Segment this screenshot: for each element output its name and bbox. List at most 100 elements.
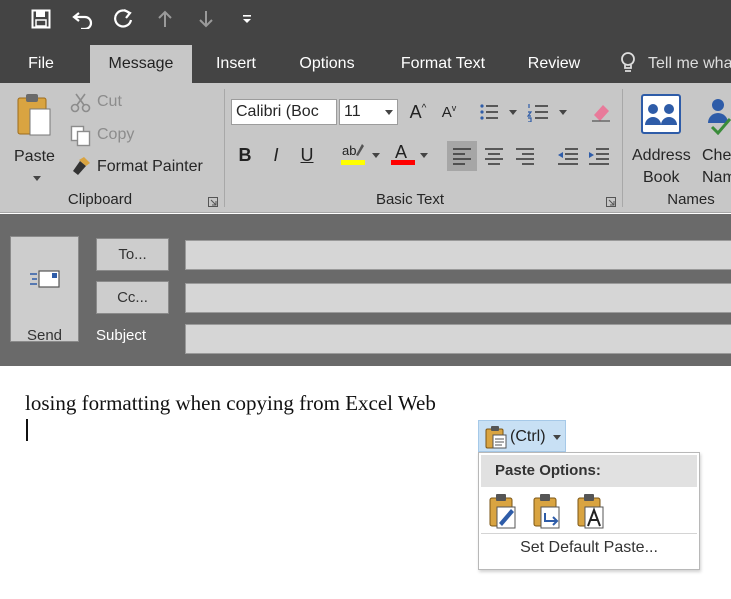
undo-icon[interactable] xyxy=(69,6,97,32)
increase-indent-button[interactable] xyxy=(586,143,612,169)
down-arrow-icon[interactable] xyxy=(192,6,220,32)
tell-me-label: Tell me wha xyxy=(648,55,731,72)
tab-file[interactable]: File xyxy=(14,40,68,83)
paste-options-button[interactable]: (Ctrl) xyxy=(478,420,566,452)
merge-formatting-button[interactable] xyxy=(531,493,565,531)
tell-me-search[interactable]: Tell me wha xyxy=(620,40,731,83)
align-left-button[interactable] xyxy=(447,141,477,171)
font-name-dropdown[interactable]: Calibri (Boc xyxy=(231,99,337,125)
copy-label: Copy xyxy=(97,126,135,143)
tab-message[interactable]: Message xyxy=(90,45,192,83)
cc-button[interactable]: Cc... xyxy=(96,281,169,314)
menu-separator xyxy=(481,533,697,534)
to-button[interactable]: To... xyxy=(96,238,169,271)
lightbulb-icon xyxy=(621,52,635,72)
merge-formatting-icon xyxy=(533,494,560,529)
dialog-launcher-icon[interactable] xyxy=(208,197,218,207)
chevron-down-icon[interactable] xyxy=(420,153,428,158)
font-color-button[interactable]: A xyxy=(389,141,417,167)
clipboard-group-label: Clipboard xyxy=(67,191,133,208)
tab-format-text[interactable]: Format Text xyxy=(388,40,498,83)
set-default-paste-item[interactable]: Set Default Paste... xyxy=(479,539,699,557)
subject-label: Subject xyxy=(96,327,147,344)
text-cursor xyxy=(26,419,28,441)
chevron-down-icon[interactable] xyxy=(372,153,380,158)
chevron-down-icon xyxy=(33,176,41,181)
grow-font-button[interactable]: A^ xyxy=(405,99,431,125)
keep-text-only-button[interactable] xyxy=(575,493,609,531)
chevron-down-icon[interactable] xyxy=(509,110,517,115)
numbered-list-icon xyxy=(527,104,548,122)
address-book-icon xyxy=(641,94,681,134)
increase-indent-icon xyxy=(589,148,609,165)
paste-options-header: Paste Options: xyxy=(481,455,697,487)
align-center-icon xyxy=(485,148,503,165)
scissors-icon xyxy=(70,93,91,113)
copy-button[interactable]: Copy xyxy=(70,124,160,148)
check-names-icon xyxy=(708,99,731,135)
font-color-icon: A xyxy=(391,142,415,165)
check-names-label-2: Nam xyxy=(702,169,731,186)
cc-field[interactable] xyxy=(185,283,731,313)
shrink-font-icon: Av xyxy=(441,103,457,121)
check-names-button[interactable]: Che Nam xyxy=(700,89,731,189)
eraser-icon xyxy=(592,105,610,122)
font-size-dropdown[interactable]: 11 xyxy=(339,99,398,125)
basic-text-group-label: Basic Text xyxy=(375,191,445,208)
envelope-icon xyxy=(30,270,60,288)
align-right-button[interactable] xyxy=(512,143,538,169)
numbering-button[interactable] xyxy=(525,99,551,125)
redo-icon[interactable] xyxy=(109,6,137,32)
chevron-down-icon xyxy=(553,435,561,440)
tab-options[interactable]: Options xyxy=(288,40,366,83)
paste-button[interactable]: Paste xyxy=(8,89,64,189)
customize-qat-icon[interactable] xyxy=(233,6,261,32)
up-arrow-icon[interactable] xyxy=(151,6,179,32)
align-left-icon xyxy=(453,148,471,165)
highlighter-icon: ab xyxy=(341,143,365,165)
send-label: Send xyxy=(26,327,63,344)
svg-text:ab: ab xyxy=(342,143,356,158)
save-icon[interactable] xyxy=(27,6,55,32)
svg-text:A: A xyxy=(395,142,407,162)
format-painter-label: Format Painter xyxy=(97,158,203,175)
grow-font-icon: A^ xyxy=(409,101,427,122)
tab-insert[interactable]: Insert xyxy=(205,40,267,83)
clipboard-icon xyxy=(17,94,51,136)
chevron-down-icon xyxy=(385,110,393,115)
font-size-value: 11 xyxy=(344,103,361,120)
names-group-label: Names xyxy=(667,191,715,208)
group-separator xyxy=(224,89,225,207)
send-button[interactable]: Send xyxy=(10,236,79,344)
tab-review[interactable]: Review xyxy=(518,40,590,83)
clipboard-icon xyxy=(485,426,507,449)
clear-formatting-button[interactable] xyxy=(588,99,614,125)
bullets-button[interactable] xyxy=(476,99,502,125)
decrease-indent-button[interactable] xyxy=(555,143,581,169)
paintbrush-icon xyxy=(73,157,90,175)
to-field[interactable] xyxy=(185,240,731,270)
cut-label: Cut xyxy=(97,93,122,110)
keep-source-formatting-icon xyxy=(489,494,516,529)
format-painter-button[interactable]: Format Painter xyxy=(70,156,220,180)
keep-source-formatting-button[interactable] xyxy=(487,493,521,531)
address-book-label-1: Address xyxy=(632,147,691,164)
address-book-button[interactable]: Address Book xyxy=(628,89,696,189)
align-right-icon xyxy=(516,148,534,165)
paste-options-label: (Ctrl) xyxy=(510,428,546,445)
font-name-value: Calibri (Boc xyxy=(236,103,319,120)
highlight-button[interactable]: ab xyxy=(338,141,368,167)
cut-button[interactable]: Cut xyxy=(70,91,160,115)
copy-icon xyxy=(70,125,91,147)
keep-text-only-icon xyxy=(577,494,604,529)
shrink-font-button[interactable]: Av xyxy=(436,99,462,125)
address-book-label-2: Book xyxy=(643,169,680,186)
subject-field[interactable] xyxy=(185,324,731,354)
italic-button[interactable]: I xyxy=(263,142,289,168)
align-center-button[interactable] xyxy=(481,143,507,169)
group-separator xyxy=(622,89,623,207)
underline-button[interactable]: U xyxy=(294,142,320,168)
dialog-launcher-icon[interactable] xyxy=(606,197,616,207)
bold-button[interactable]: B xyxy=(232,142,258,168)
chevron-down-icon[interactable] xyxy=(559,110,567,115)
